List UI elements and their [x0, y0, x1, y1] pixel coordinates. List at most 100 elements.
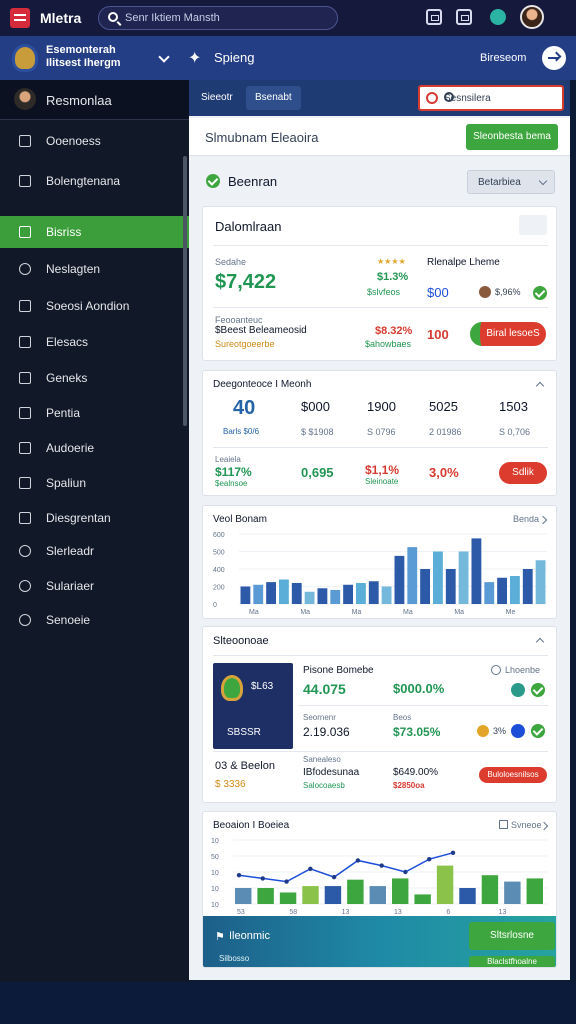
tab-first[interactable]: Sieeotr — [192, 86, 242, 110]
row-percent: 3% — [493, 726, 507, 736]
row-sub: $ 3336 — [215, 779, 246, 790]
card-menu-button[interactable] — [519, 215, 547, 235]
row-sub: $2850oa — [393, 781, 425, 790]
arrow-right-icon[interactable] — [542, 46, 566, 70]
bar — [368, 581, 379, 604]
flag-icon: ⚑ — [215, 931, 225, 943]
calendar-icon — [499, 820, 508, 829]
action-button[interactable]: Biral lesoeS — [470, 322, 546, 346]
value-sub: $ahowbaes — [365, 339, 412, 349]
sidebar-item-business[interactable]: Bisriss — [0, 216, 189, 248]
row-line: $Beest Beleameosid — [215, 325, 307, 336]
bar — [459, 888, 476, 904]
count-value: 100 — [427, 327, 449, 342]
x-tick-label: Ma — [352, 609, 362, 616]
trend-combo-chart: 10 50 10 10 10 53 58 13 13 6 13 — [211, 838, 547, 916]
y-tick-label: 0 — [213, 602, 217, 609]
sidebar-item-salaries[interactable]: Sulariaer — [0, 570, 189, 602]
card-link[interactable]: Svneoe — [511, 820, 542, 830]
sidebar-item-label: Sulariaer — [46, 579, 95, 593]
section-select[interactable]: Betarbiea — [467, 170, 555, 194]
header-link[interactable]: Bireseom — [480, 52, 526, 64]
metric-value: 5025 — [429, 399, 458, 414]
bar — [253, 584, 264, 604]
settings-icon — [19, 614, 31, 626]
org-switcher[interactable]: Esemonterah Ilitsest Ihergm — [46, 44, 156, 70]
sidebar-item-messages[interactable]: Neslagten — [0, 253, 189, 285]
bar — [343, 584, 353, 604]
x-tick-label: 53 — [237, 909, 245, 916]
y-tick-label: 500 — [213, 550, 225, 557]
bar — [394, 555, 405, 604]
section-select-value: Betarbiea — [478, 177, 521, 188]
chevron-right-icon[interactable] — [538, 515, 548, 525]
app-logo-icon[interactable] — [10, 8, 30, 28]
line-point — [403, 869, 408, 875]
message-icon — [19, 263, 31, 275]
sidebar-item-audience[interactable]: Audoerie — [0, 432, 189, 464]
star-icon[interactable]: ✦ — [188, 48, 201, 68]
folder-icon — [19, 226, 31, 238]
footer-sub-button[interactable]: Blaclstfhoalne — [469, 956, 555, 967]
sidebar-item-social[interactable]: Soeosi Aondion — [0, 290, 189, 322]
building-icon — [19, 135, 31, 147]
y-tick-label: 600 — [213, 532, 225, 539]
bar — [433, 551, 443, 604]
card-link[interactable]: Benda — [513, 514, 539, 524]
x-tick-label: Ma — [300, 609, 310, 616]
filter-dropdown[interactable]: Sesnsilera — [418, 85, 564, 111]
sidebar-item-diagrams[interactable]: Diesgrentan — [0, 502, 189, 534]
bar — [240, 586, 251, 604]
chevron-up-icon[interactable] — [535, 381, 545, 391]
sidebar-item-scheduler[interactable]: Slerleadr — [0, 535, 189, 567]
sidebar-item-overview[interactable]: Ooenoess — [0, 125, 189, 157]
sidebar-item-label: Audoerie — [46, 441, 95, 455]
sidebar-scrollbar[interactable] — [183, 156, 187, 426]
sidebar-item-label: Neslagten — [46, 262, 101, 276]
mid-percent: $1.3% — [377, 271, 409, 283]
row-sub: $ealnsoe — [215, 479, 248, 488]
card-title: Deegonteoce I Meonh — [213, 379, 312, 390]
upload-icon — [19, 300, 31, 312]
y-tick-label: 10 — [211, 886, 219, 893]
calendar-icon[interactable] — [456, 9, 472, 25]
sidebar-item-pentia[interactable]: Pentia — [0, 397, 189, 429]
sidebar-item-elements[interactable]: Elesacs — [0, 326, 189, 358]
row-label: Seornenr — [303, 713, 336, 722]
bar — [347, 879, 364, 904]
sidebar-item-generics[interactable]: Geneks — [0, 362, 189, 394]
metric-value: 1900 — [367, 399, 396, 414]
bar — [526, 878, 543, 904]
x-tick-label: 13 — [342, 909, 350, 916]
chat-icon[interactable] — [490, 9, 506, 25]
sidebar-item-settings[interactable]: Senoeie — [0, 604, 189, 636]
line-point — [355, 858, 361, 863]
x-tick-label: 6 — [446, 909, 450, 916]
row-value: $73.05% — [393, 725, 441, 739]
tile-code: $L63 — [251, 681, 274, 692]
bar — [481, 875, 499, 904]
footer-button[interactable]: Sltsrlosne — [469, 922, 555, 950]
row-label: Sedahe — [215, 257, 247, 267]
search-input[interactable]: Senr Iktiem Mansth — [98, 6, 338, 30]
sidebar-user[interactable]: Resmonlaa — [0, 80, 189, 120]
list-icon — [19, 512, 31, 524]
sidebar: Resmonlaa Ooenoess Bolengtenana Bisriss … — [0, 80, 189, 1024]
sidebar-item-spaliun[interactable]: Spaliun — [0, 467, 189, 499]
window-icon[interactable] — [426, 9, 442, 25]
card-footer: ⚑ Ileonmic Silbosso Sltsrlosne Blaclstfh… — [203, 916, 556, 967]
bar — [445, 569, 456, 604]
action-button[interactable]: Buloloesnilsos — [479, 767, 547, 783]
chevron-up-icon[interactable] — [535, 637, 545, 647]
tab-second[interactable]: Bsenabt — [246, 86, 301, 110]
user-name: Resmonlaa — [46, 93, 112, 108]
x-tick-label: Ma — [249, 609, 259, 616]
sidebar-item-label: Slerleadr — [46, 544, 95, 558]
mid-sub: $slvfeos — [367, 287, 401, 297]
avatar[interactable] — [520, 5, 544, 29]
section-label: Beenran — [228, 174, 278, 189]
action-button[interactable]: Sdlik — [499, 462, 547, 484]
product-tile[interactable]: $L63 SBSSR — [213, 663, 293, 749]
sidebar-item-management[interactable]: Bolengtenana — [0, 165, 189, 197]
primary-button[interactable]: Sleonbesta bema — [466, 124, 558, 150]
